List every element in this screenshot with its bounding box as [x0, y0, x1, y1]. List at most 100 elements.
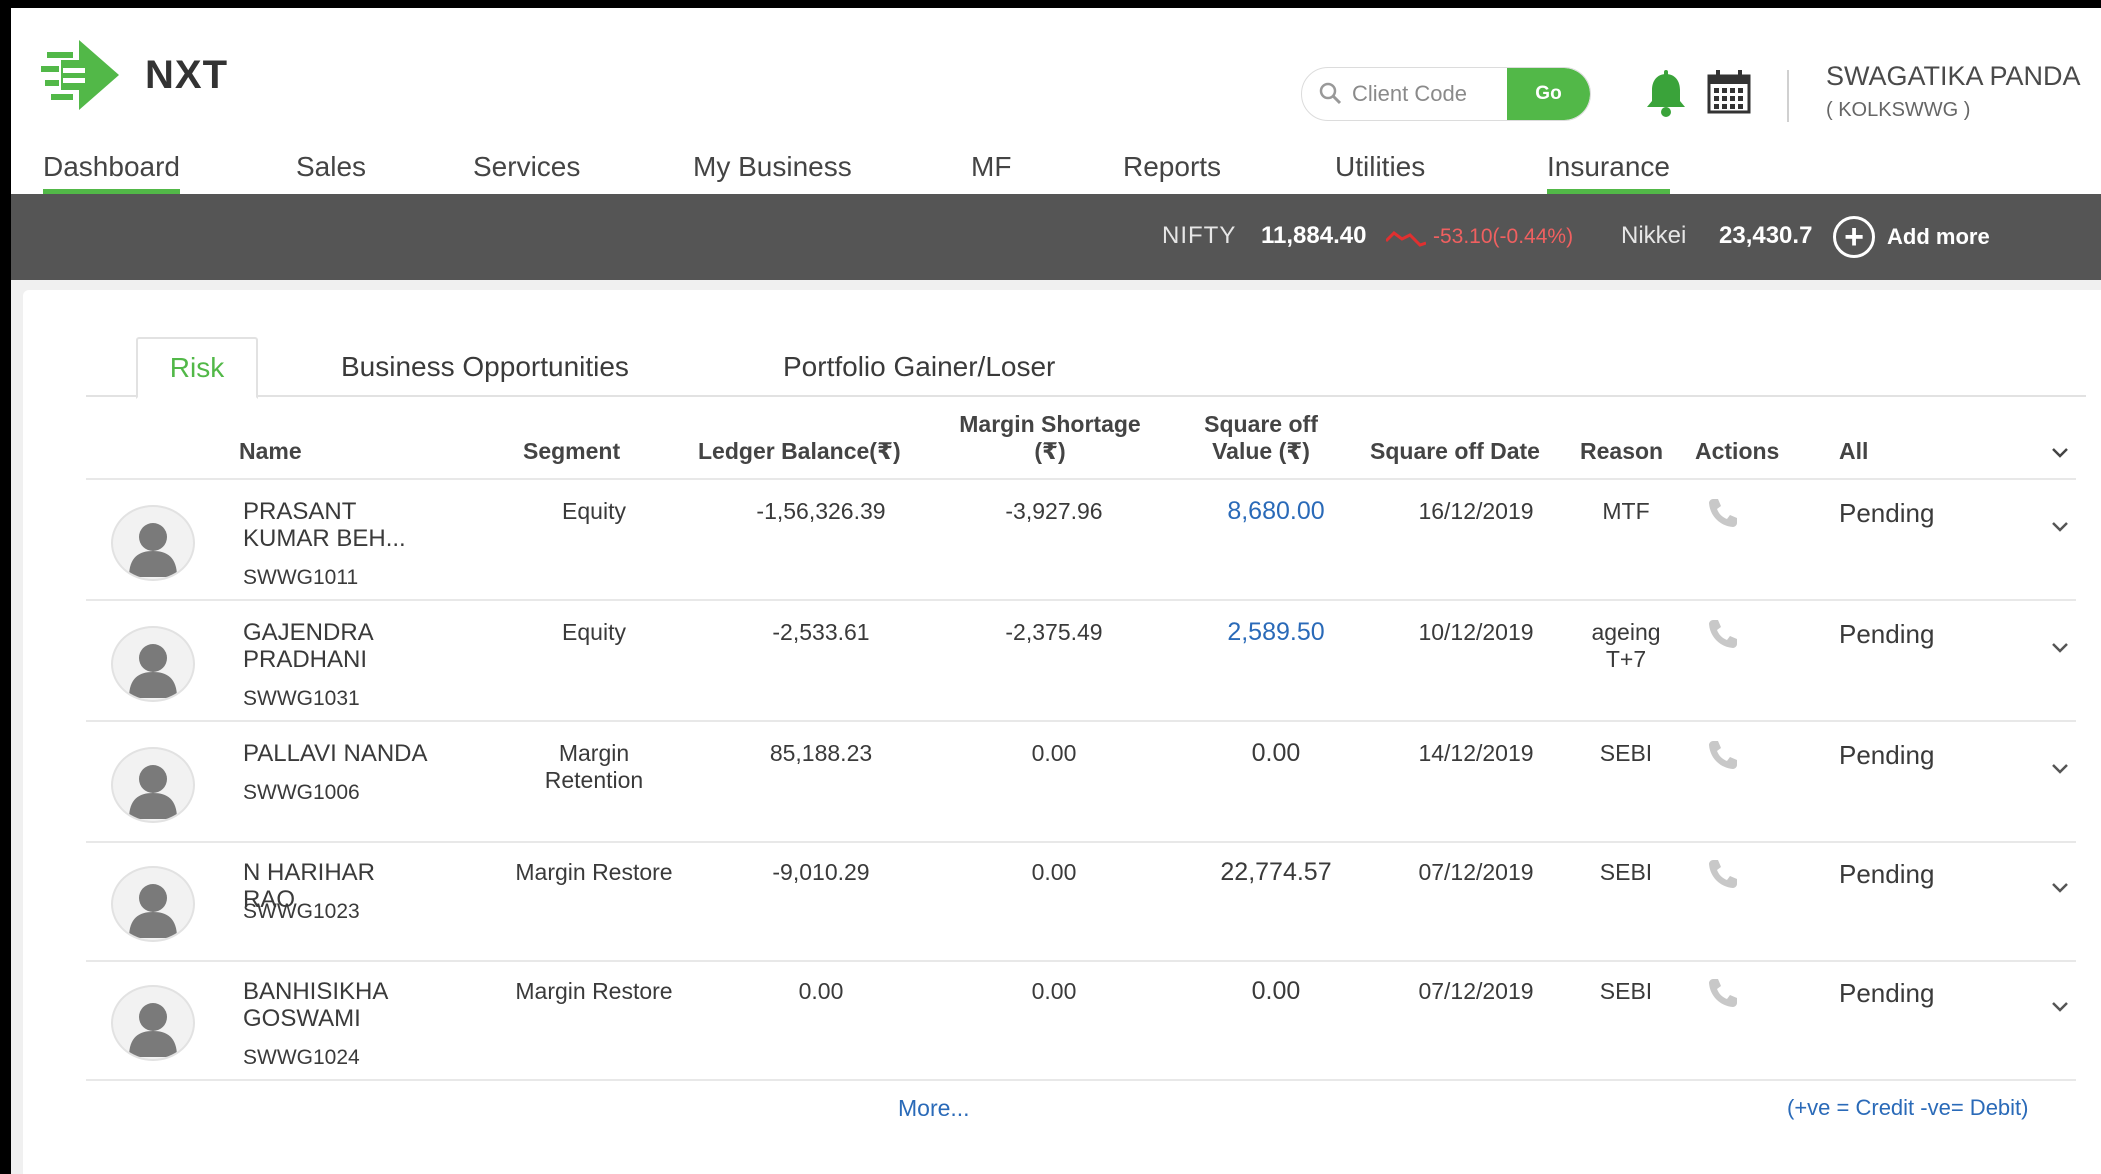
- status-dropdown[interactable]: Pending: [1839, 500, 1934, 527]
- margin-shortage: -2,375.49: [1005, 619, 1103, 645]
- ticker-nifty-value: 11,884.40: [1261, 222, 1367, 249]
- tab-business-opportunities[interactable]: Business Opportunities: [341, 337, 629, 397]
- status-dropdown[interactable]: Pending: [1839, 980, 1934, 1007]
- client-code: SWWG1011: [243, 566, 359, 589]
- nav-dashboard[interactable]: Dashboard: [43, 151, 180, 194]
- reason-line1: SEBI: [1599, 740, 1653, 766]
- client-name[interactable]: PALLAVI NANDA: [243, 740, 433, 767]
- header-margin-shortage-line1: Margin Shortage: [959, 411, 1141, 437]
- header: NXT Go SWAGATIKA PA: [11, 8, 2101, 194]
- square-off-value: 22,774.57: [1220, 858, 1332, 886]
- chevron-down-icon[interactable]: [2051, 641, 2069, 659]
- status-dropdown[interactable]: Pending: [1839, 621, 1934, 648]
- header-margin-shortage: Margin Shortage (₹): [940, 411, 1160, 465]
- square-off-date: 07/12/2019: [1418, 978, 1534, 1004]
- status-dropdown[interactable]: Pending: [1839, 861, 1934, 888]
- square-off-date: 14/12/2019: [1418, 740, 1534, 766]
- nav-services[interactable]: Services: [473, 151, 580, 189]
- avatar: [111, 626, 195, 702]
- table-row[interactable]: PALLAVI NANDA SWWG1006 Margin Retention …: [86, 722, 2076, 843]
- tab-risk[interactable]: Risk: [136, 337, 258, 399]
- reason: ageing T+7: [1576, 619, 1676, 673]
- logo[interactable]: NXT: [41, 38, 228, 113]
- phone-icon[interactable]: [1706, 496, 1740, 535]
- ledger-balance: 0.00: [798, 978, 844, 1004]
- app-window: NXT Go SWAGATIKA PA: [11, 8, 2101, 1174]
- more-link[interactable]: More...: [898, 1095, 970, 1122]
- ticker-nikkei-value: 23,430.7: [1719, 222, 1813, 249]
- avatar: [111, 866, 195, 942]
- phone-icon[interactable]: [1706, 738, 1740, 777]
- search-icon: [1318, 81, 1344, 107]
- plus-circle-icon: +: [1833, 216, 1875, 258]
- client-code: SWWG1006: [243, 781, 360, 804]
- reason: SEBI: [1576, 978, 1676, 1005]
- header-square-off-value-line1: Square off: [1204, 411, 1318, 437]
- status-filter[interactable]: All: [1839, 438, 1868, 465]
- segment-line1: Equity: [562, 498, 626, 524]
- segment: Equity: [494, 498, 694, 525]
- client-code: SWWG1023: [243, 900, 360, 923]
- add-more-button[interactable]: + Add more: [1833, 216, 1990, 258]
- ticker-nikkei-name: Nikkei: [1621, 222, 1687, 249]
- segment-line1: Margin Restore: [515, 978, 673, 1004]
- logo-text: NXT: [145, 53, 228, 97]
- segment-line1: Margin Restore: [515, 859, 673, 885]
- table-row[interactable]: PRASANT KUMAR BEH... SWWG1011 Equity -1,…: [86, 480, 2076, 601]
- client-name-line1: GAJENDRA: [243, 619, 374, 646]
- client-name[interactable]: PRASANT KUMAR BEH...: [243, 498, 433, 552]
- client-name-line2: PRADHANI: [243, 646, 368, 673]
- table-row[interactable]: GAJENDRA PRADHANI SWWG1031 Equity -2,533…: [86, 601, 2076, 722]
- status-dropdown[interactable]: Pending: [1839, 742, 1934, 769]
- segment: Equity: [494, 619, 694, 646]
- nav-insurance[interactable]: Insurance: [1547, 151, 1670, 194]
- reason-line1: MTF: [1602, 498, 1650, 524]
- reason: MTF: [1576, 498, 1676, 525]
- client-name[interactable]: GAJENDRA PRADHANI: [243, 619, 433, 673]
- client-name-line2: KUMAR BEH...: [243, 525, 406, 552]
- nav-sales[interactable]: Sales: [296, 151, 366, 189]
- chevron-down-icon[interactable]: [2051, 520, 2069, 538]
- header-name: Name: [239, 438, 302, 464]
- nav-mf[interactable]: MF: [971, 151, 1011, 189]
- client-name[interactable]: BANHISIKHA GOSWAMI: [243, 978, 433, 1032]
- header-square-off-value: Square off Value (₹): [1191, 411, 1331, 465]
- square-off-value[interactable]: 2,589.50: [1176, 619, 1376, 646]
- chevron-down-icon[interactable]: [2051, 881, 2069, 899]
- phone-icon[interactable]: [1706, 617, 1740, 656]
- market-ticker: NIFTY 11,884.40 -53.10(-0.44%) Nikkei 23…: [11, 194, 2101, 280]
- chevron-down-icon[interactable]: [2051, 1000, 2069, 1018]
- chevron-down-icon[interactable]: [2051, 762, 2069, 780]
- segment: Margin Retention: [494, 740, 694, 794]
- table-row[interactable]: BANHISIKHA GOSWAMI SWWG1024 Margin Resto…: [86, 960, 2076, 1081]
- phone-icon[interactable]: [1706, 857, 1740, 896]
- risk-panel: Risk Business Opportunities Portfolio Ga…: [23, 290, 2101, 1174]
- square-off-value: 0.00: [1251, 977, 1301, 1005]
- client-name-line1: BANHISIKHA: [243, 978, 389, 1005]
- nav-my-business[interactable]: My Business: [693, 151, 852, 189]
- reason: SEBI: [1576, 859, 1676, 886]
- header-reason: Reason: [1580, 438, 1664, 464]
- main-nav: Dashboard Sales Services My Business MF …: [11, 151, 2101, 194]
- table-row[interactable]: N HARIHAR RAO SWWG1023 Margin Restore -9…: [86, 841, 2076, 962]
- go-button[interactable]: Go: [1507, 68, 1590, 120]
- filter-chevron-down-icon[interactable]: [2051, 438, 2069, 465]
- phone-icon[interactable]: [1706, 976, 1740, 1015]
- square-off-value: 0.00: [1251, 739, 1301, 767]
- calendar-icon[interactable]: [1706, 68, 1752, 121]
- reason-line1: SEBI: [1599, 859, 1653, 885]
- client-code-input[interactable]: [1352, 81, 1502, 107]
- bell-icon[interactable]: [1643, 70, 1689, 123]
- header-ledger-balance: Ledger Balance(₹): [698, 438, 901, 464]
- tab-portfolio-gainer-loser[interactable]: Portfolio Gainer/Loser: [783, 337, 1055, 397]
- nav-reports[interactable]: Reports: [1123, 151, 1221, 189]
- nav-utilities[interactable]: Utilities: [1335, 151, 1425, 189]
- segment: Margin Restore: [494, 978, 694, 1005]
- square-off-value[interactable]: 8,680.00: [1176, 498, 1376, 525]
- user-name[interactable]: SWAGATIKA PANDA: [1826, 61, 2081, 92]
- margin-shortage: 0.00: [1031, 859, 1077, 885]
- client-name-line1: PRASANT: [243, 498, 357, 525]
- user-code: ( KOLKSWWG ): [1826, 99, 1971, 121]
- avatar: [111, 505, 195, 581]
- header-divider: [1787, 70, 1789, 122]
